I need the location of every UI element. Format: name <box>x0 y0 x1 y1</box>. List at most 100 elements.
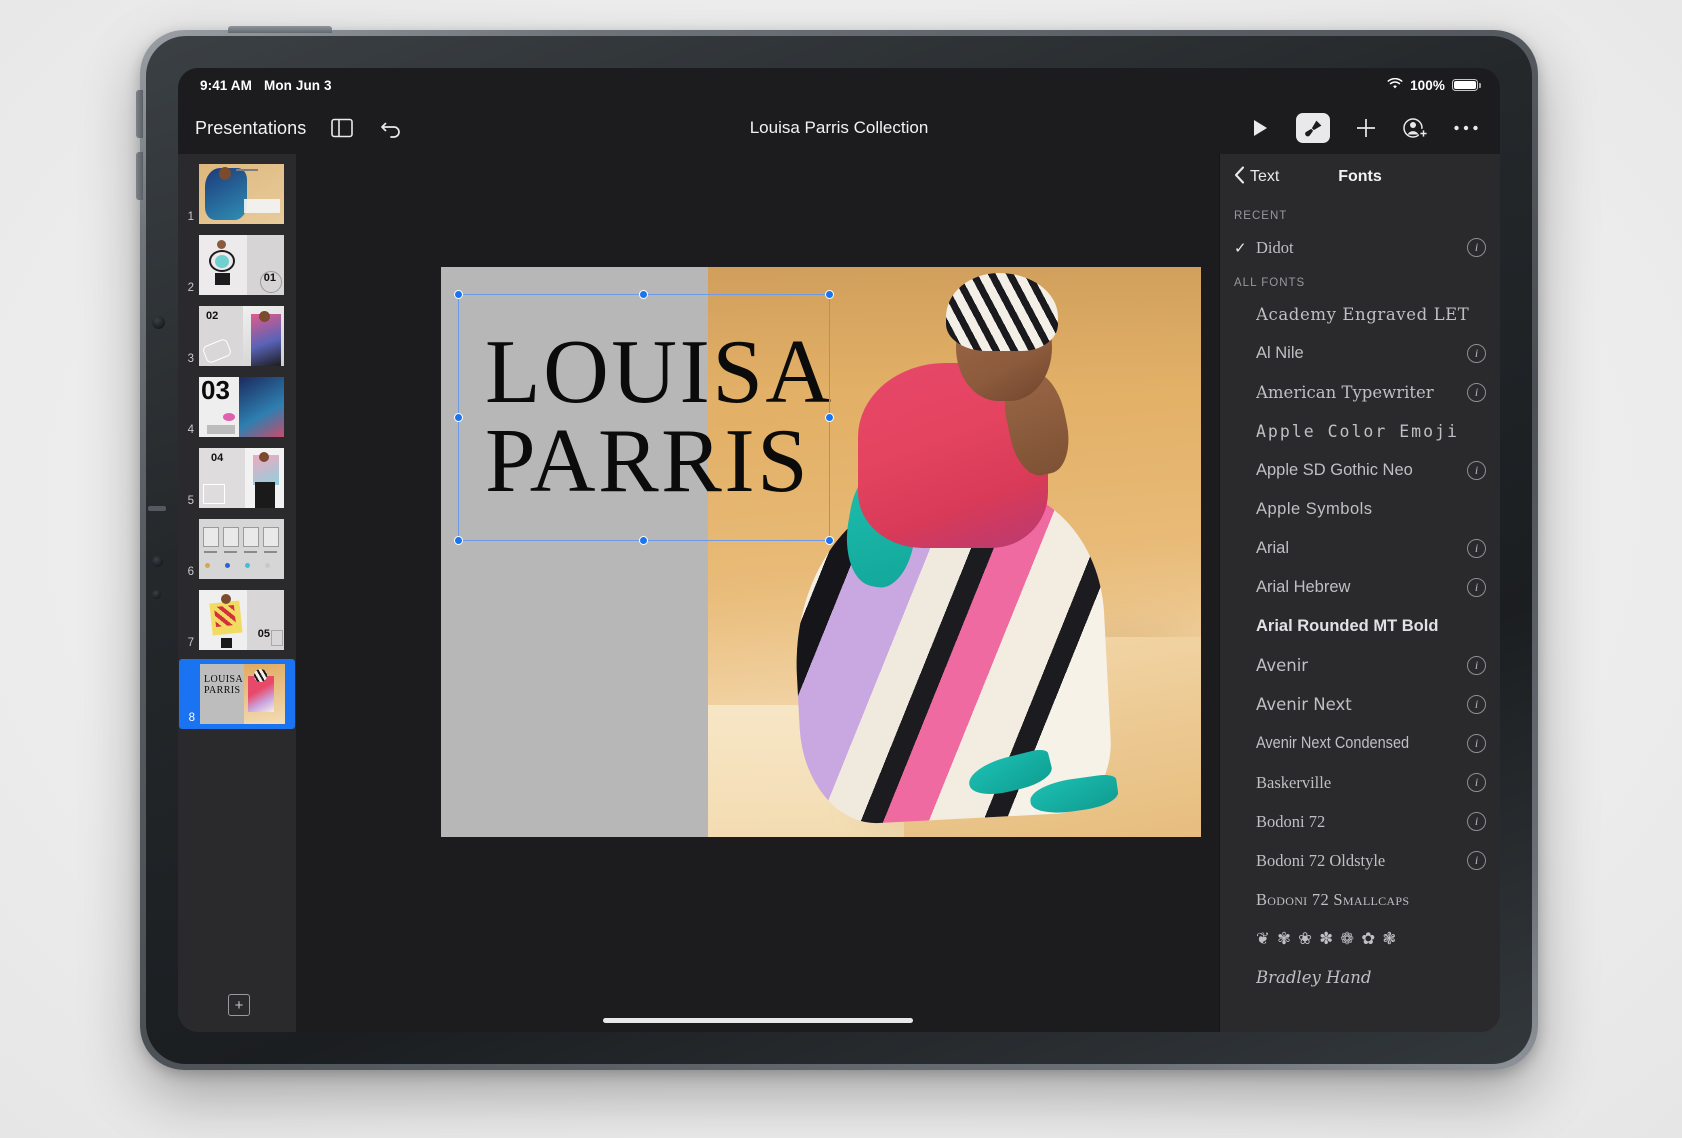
slide-thumbnail-7[interactable]: 7 05 <box>178 588 296 650</box>
slide-thumbnail-6[interactable]: 6 <box>178 517 296 579</box>
paintbrush-icon[interactable] <box>1296 113 1330 143</box>
info-icon[interactable]: i <box>1467 812 1486 831</box>
toolbar-right-group <box>1246 113 1500 143</box>
slide-title-textbox[interactable]: LOUISA PARRIS <box>485 327 1085 505</box>
add-person-icon[interactable] <box>1402 114 1430 142</box>
slide-thumbnail-3[interactable]: 3 02 <box>178 304 296 366</box>
slide-number: 1 <box>180 211 194 224</box>
thumbnail-image: LOUISAPARRIS <box>200 664 285 724</box>
battery-icon <box>1452 79 1478 91</box>
inspector-back-label: Text <box>1250 168 1279 186</box>
volume-up-button[interactable] <box>136 90 143 138</box>
info-icon[interactable]: i <box>1467 656 1486 675</box>
presentations-back-button[interactable]: Presentations <box>195 118 306 139</box>
thumbnail-image: 01 <box>199 235 284 295</box>
info-icon[interactable]: i <box>1467 539 1486 558</box>
undo-arrow-icon[interactable] <box>378 114 406 142</box>
font-list-item-arial-hebrew[interactable]: Arial Hebrew i <box>1220 568 1500 607</box>
font-list-item-bodoni-72[interactable]: Bodoni 72 i <box>1220 802 1500 841</box>
info-icon[interactable]: i <box>1467 238 1486 257</box>
ellipsis-icon[interactable] <box>1452 114 1480 142</box>
font-list-item-arial[interactable]: Arial i <box>1220 529 1500 568</box>
info-icon[interactable]: i <box>1467 461 1486 480</box>
slide-thumbnail-1[interactable]: 1 <box>178 162 296 224</box>
font-list-item-baskerville[interactable]: Baskerville i <box>1220 763 1500 802</box>
font-name: Bradley Hand <box>1256 968 1486 987</box>
home-indicator[interactable] <box>603 1018 913 1023</box>
info-icon[interactable]: i <box>1467 383 1486 402</box>
font-name: Baskerville <box>1256 773 1467 793</box>
font-name: Al Nile <box>1256 344 1467 363</box>
slide-thumbnail-2[interactable]: 2 01 <box>178 233 296 295</box>
layout-panel-icon[interactable] <box>328 114 356 142</box>
font-list-item-avenir-next-condensed[interactable]: Avenir Next Condensed i <box>1220 724 1500 763</box>
checkmark-icon: ✓ <box>1234 239 1256 257</box>
font-list-item-avenir-next[interactable]: Avenir Next i <box>1220 685 1500 724</box>
font-list-item-apple-color-emoji[interactable]: Apple Color Emoji <box>1220 412 1500 451</box>
font-name: Academy Engraved LET <box>1256 305 1486 324</box>
section-label-all-fonts: ALL FONTS <box>1220 267 1500 295</box>
format-inspector-panel: Text Fonts RECENT ✓ Didot i ALL FONTS Ac… <box>1219 154 1500 1032</box>
font-list-item-apple-sd-gothic-neo[interactable]: Apple SD Gothic Neo i <box>1220 451 1500 490</box>
font-list-item-apple-symbols[interactable]: Apple Symbols <box>1220 490 1500 529</box>
info-icon[interactable]: i <box>1467 773 1486 792</box>
font-name: Avenir <box>1256 656 1467 675</box>
thumbnail-image: 03 <box>199 377 284 437</box>
status-bar-left: 9:41 AM Mon Jun 3 <box>200 78 332 93</box>
font-name: Avenir Next Condensed <box>1256 734 1442 753</box>
sensor-dot-icon <box>152 556 163 567</box>
play-triangle-icon[interactable] <box>1246 114 1274 142</box>
smart-connector <box>148 506 166 511</box>
add-slide-plus-icon[interactable]: + <box>228 994 250 1016</box>
status-date: Mon Jun 3 <box>264 78 332 93</box>
volume-down-button[interactable] <box>136 152 143 200</box>
font-name: Didot <box>1256 238 1467 258</box>
slide-thumbnail-5[interactable]: 5 04 <box>178 446 296 508</box>
thumbnail-image <box>199 164 284 224</box>
status-bar-right: 100% <box>1387 78 1478 93</box>
sensor-dot-secondary-icon <box>152 590 161 599</box>
slide-number: 8 <box>181 712 195 725</box>
slide-number: 6 <box>180 566 194 579</box>
screenshot-scene: 9:41 AM Mon Jun 3 100% P <box>0 0 1682 1138</box>
info-icon[interactable]: i <box>1467 344 1486 363</box>
section-label-recent: RECENT <box>1220 200 1500 228</box>
slide-thumbnail-8[interactable]: 8 LOUISAPARRIS <box>179 659 295 729</box>
font-list-item-bodoni-72-smallcaps[interactable]: Bodoni 72 Smallcaps <box>1220 880 1500 919</box>
slide-canvas[interactable]: LOUISA PARRIS <box>441 267 1201 837</box>
info-icon[interactable]: i <box>1467 578 1486 597</box>
font-name: American Typewriter <box>1256 383 1467 402</box>
font-list-item-avenir[interactable]: Avenir i <box>1220 646 1500 685</box>
plus-icon[interactable] <box>1352 114 1380 142</box>
slide-number: 2 <box>180 282 194 295</box>
font-name: Avenir Next <box>1256 695 1467 714</box>
slide-thumbnail-4[interactable]: 4 03 <box>178 375 296 437</box>
inspector-header: Text Fonts <box>1220 154 1500 200</box>
info-icon[interactable]: i <box>1467 695 1486 714</box>
info-icon[interactable]: i <box>1467 851 1486 870</box>
font-name: Bodoni 72 Oldstyle <box>1256 851 1467 871</box>
font-list-item-bodoni-ornaments[interactable]: ❦ ✾ ❀ ✽ ❁ ✿ ❃ <box>1220 919 1500 958</box>
slide-number: 3 <box>180 353 194 366</box>
power-button[interactable] <box>228 26 332 33</box>
font-name: Arial Hebrew <box>1256 578 1467 597</box>
font-name: Arial <box>1256 539 1467 558</box>
inspector-back-button[interactable]: Text <box>1234 166 1279 189</box>
slide-navigator[interactable]: 1 2 <box>178 154 296 1032</box>
font-list-item-al-nile[interactable]: Al Nile i <box>1220 334 1500 373</box>
font-list-item-bradley-hand[interactable]: Bradley Hand <box>1220 958 1500 997</box>
font-list-item-academy-engraved-let[interactable]: Academy Engraved LET <box>1220 295 1500 334</box>
font-list-item-bodoni-72-oldstyle[interactable]: Bodoni 72 Oldstyle i <box>1220 841 1500 880</box>
font-list-item-arial-rounded-mt-bold[interactable]: Arial Rounded MT Bold <box>1220 607 1500 646</box>
font-list-item-american-typewriter[interactable]: American Typewriter i <box>1220 373 1500 412</box>
slide-canvas-area[interactable]: LOUISA PARRIS <box>296 154 1219 1032</box>
workspace: 1 2 <box>178 154 1500 1032</box>
font-name: Apple Color Emoji <box>1256 422 1486 441</box>
font-name: Bodoni 72 <box>1256 812 1467 832</box>
info-icon[interactable]: i <box>1467 734 1486 753</box>
ipad-screen: 9:41 AM Mon Jun 3 100% P <box>178 68 1500 1032</box>
wifi-icon <box>1387 78 1403 93</box>
font-name: Bodoni 72 Smallcaps <box>1256 890 1486 910</box>
font-name: Arial Rounded MT Bold <box>1256 617 1486 636</box>
font-list-item-didot[interactable]: ✓ Didot i <box>1220 228 1500 267</box>
